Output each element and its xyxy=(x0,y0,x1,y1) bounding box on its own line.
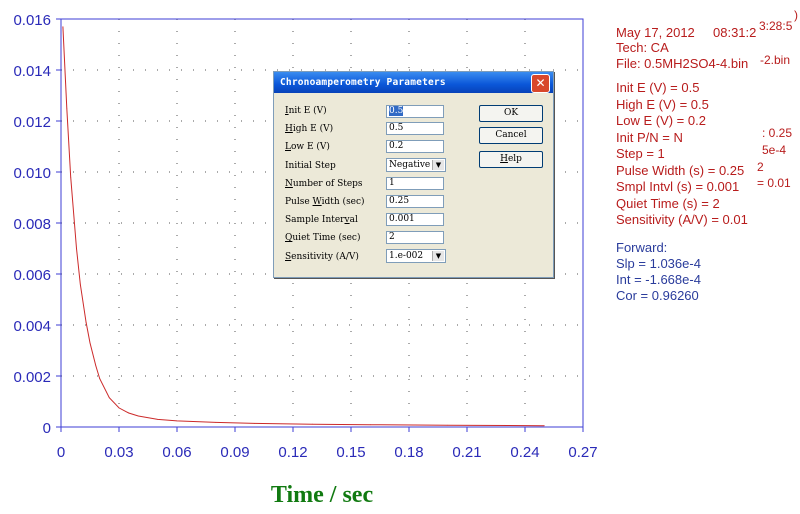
parameter-line: Smpl Intvl (s) = 0.001 xyxy=(616,179,740,194)
parameter-line: Step = 1 xyxy=(616,146,665,161)
x-tick-label: 0.24 xyxy=(510,444,539,461)
quiet-time-label: Quiet Time (sec) xyxy=(285,233,361,243)
info-date: May 17, 2012 xyxy=(616,25,695,40)
high-e-input[interactable]: 0.5 xyxy=(386,122,444,135)
y-tick-label: 0.002 xyxy=(13,369,51,386)
ok-button[interactable]: OK xyxy=(479,105,543,122)
high-e-label: High E (V) xyxy=(285,124,334,134)
dialog-titlebar[interactable]: Chronoamperometry Parameters ✕ xyxy=(274,72,553,93)
fit-title: Forward: xyxy=(616,240,668,255)
data-point xyxy=(108,397,110,399)
x-tick-label: 0.06 xyxy=(162,444,191,461)
y-tick-label: 0.008 xyxy=(13,216,51,233)
parameter-line: Init P/N = N xyxy=(616,129,683,145)
fit-intercept: Int = -1.668e-4 xyxy=(616,272,701,287)
x-tick-label: 0.12 xyxy=(278,444,307,461)
low-e-label: Low E (V) xyxy=(285,142,330,152)
pulse-width-input[interactable]: 0.25 xyxy=(386,195,444,208)
parameter-line: High E (V) = 0.5 xyxy=(616,96,709,112)
x-tick-label: 0.27 xyxy=(568,444,597,461)
overlap-fragment: : 0.25 xyxy=(762,126,793,140)
init-e-label: Init E (V) xyxy=(285,106,327,116)
data-point xyxy=(85,322,87,323)
fit-slope: Slp = 1.036e-4 xyxy=(616,256,701,271)
x-axis-title: Time / sec xyxy=(270,482,374,508)
parameters-dialog: Chronoamperometry Parameters ✕ Init E (V… xyxy=(273,71,554,278)
sample-interval-label: Sample Interval xyxy=(285,215,358,225)
data-point xyxy=(157,418,159,420)
info-time-overlap: 3:28:5 xyxy=(759,19,793,33)
init-e-input[interactable]: 0.5 xyxy=(386,105,444,118)
data-point xyxy=(70,176,72,178)
pulse-width-label: Pulse Width (sec) xyxy=(285,197,365,207)
fit-correlation: Cor = 0.96260 xyxy=(616,288,699,303)
data-point xyxy=(79,283,81,285)
data-point xyxy=(128,412,130,414)
x-tick-label: 0 xyxy=(57,444,65,461)
sensitivity-label: Sensitivity (A/V) xyxy=(285,252,359,262)
cancel-button[interactable]: Cancel xyxy=(479,127,543,144)
low-e-input[interactable]: 0.2 xyxy=(386,140,444,153)
parameter-line: Pulse Width (s) = 0.25 xyxy=(616,162,745,178)
y-tick-label: 0.012 xyxy=(13,114,51,131)
data-point xyxy=(215,422,217,423)
y-tick-label: 0.016 xyxy=(13,12,51,29)
initial-step-select[interactable]: Negative ▼ xyxy=(386,158,446,172)
initial-step-label: Initial Step xyxy=(285,161,336,171)
data-point xyxy=(95,365,97,367)
data-point xyxy=(176,420,178,422)
parameter-line: Sensitivity (A/V) = 0.01 xyxy=(616,212,748,227)
x-tick-label: 0.18 xyxy=(394,444,423,461)
close-icon[interactable]: ✕ xyxy=(531,74,550,93)
overlap-fragment: = 0.01 xyxy=(757,176,791,190)
data-point xyxy=(62,26,64,28)
data-point xyxy=(311,423,313,425)
info-time-overlap-suffix: ) xyxy=(794,8,798,22)
y-tick-label: 0.006 xyxy=(13,267,51,284)
y-tick-label: 0.004 xyxy=(13,318,51,335)
sample-interval-input[interactable]: 0.001 xyxy=(386,213,444,226)
data-point xyxy=(76,248,77,249)
data-point xyxy=(253,423,255,424)
info-file-overlap: -2.bin xyxy=(760,53,791,67)
y-tick-label: 0.014 xyxy=(13,63,51,80)
data-point xyxy=(447,424,449,426)
steps-input[interactable]: 1 xyxy=(386,177,444,190)
y-tick-label: 0.010 xyxy=(13,165,51,182)
overlap-fragment: 5e-4 xyxy=(762,143,787,157)
x-tick-label: 0.09 xyxy=(220,444,249,461)
info-tech: Tech: CA xyxy=(616,40,669,55)
data-point xyxy=(543,425,545,427)
data-point xyxy=(99,378,101,379)
parameter-line: Low E (V) = 0.2 xyxy=(616,113,706,128)
data-point xyxy=(89,342,91,344)
quiet-time-input[interactable]: 2 xyxy=(386,231,444,244)
chevron-down-icon[interactable]: ▼ xyxy=(432,251,444,261)
overlap-fragment: 2 xyxy=(757,160,764,174)
data-point xyxy=(118,407,120,409)
x-tick-label: 0.21 xyxy=(452,444,481,461)
x-tick-label: 0.15 xyxy=(336,444,365,461)
x-tick-label: 0.03 xyxy=(104,444,133,461)
data-point xyxy=(369,424,371,426)
parameter-line: Quiet Time (s) = 2 xyxy=(616,195,720,211)
sensitivity-select[interactable]: 1.e-002 ▼ xyxy=(386,249,446,263)
data-point xyxy=(137,415,139,417)
dialog-title: Chronoamperometry Parameters xyxy=(280,77,446,88)
info-file: File: 0.5MH2SO4-4.bin xyxy=(616,56,749,71)
help-button[interactable]: Help xyxy=(479,151,543,168)
data-point xyxy=(66,107,68,109)
info-time: 08:31:2 xyxy=(713,25,757,40)
steps-label: Number of Steps xyxy=(285,179,363,189)
chevron-down-icon[interactable]: ▼ xyxy=(432,160,444,170)
parameter-line: Init E (V) = 0.5 xyxy=(616,80,700,95)
y-tick-label: 0 xyxy=(43,420,51,437)
